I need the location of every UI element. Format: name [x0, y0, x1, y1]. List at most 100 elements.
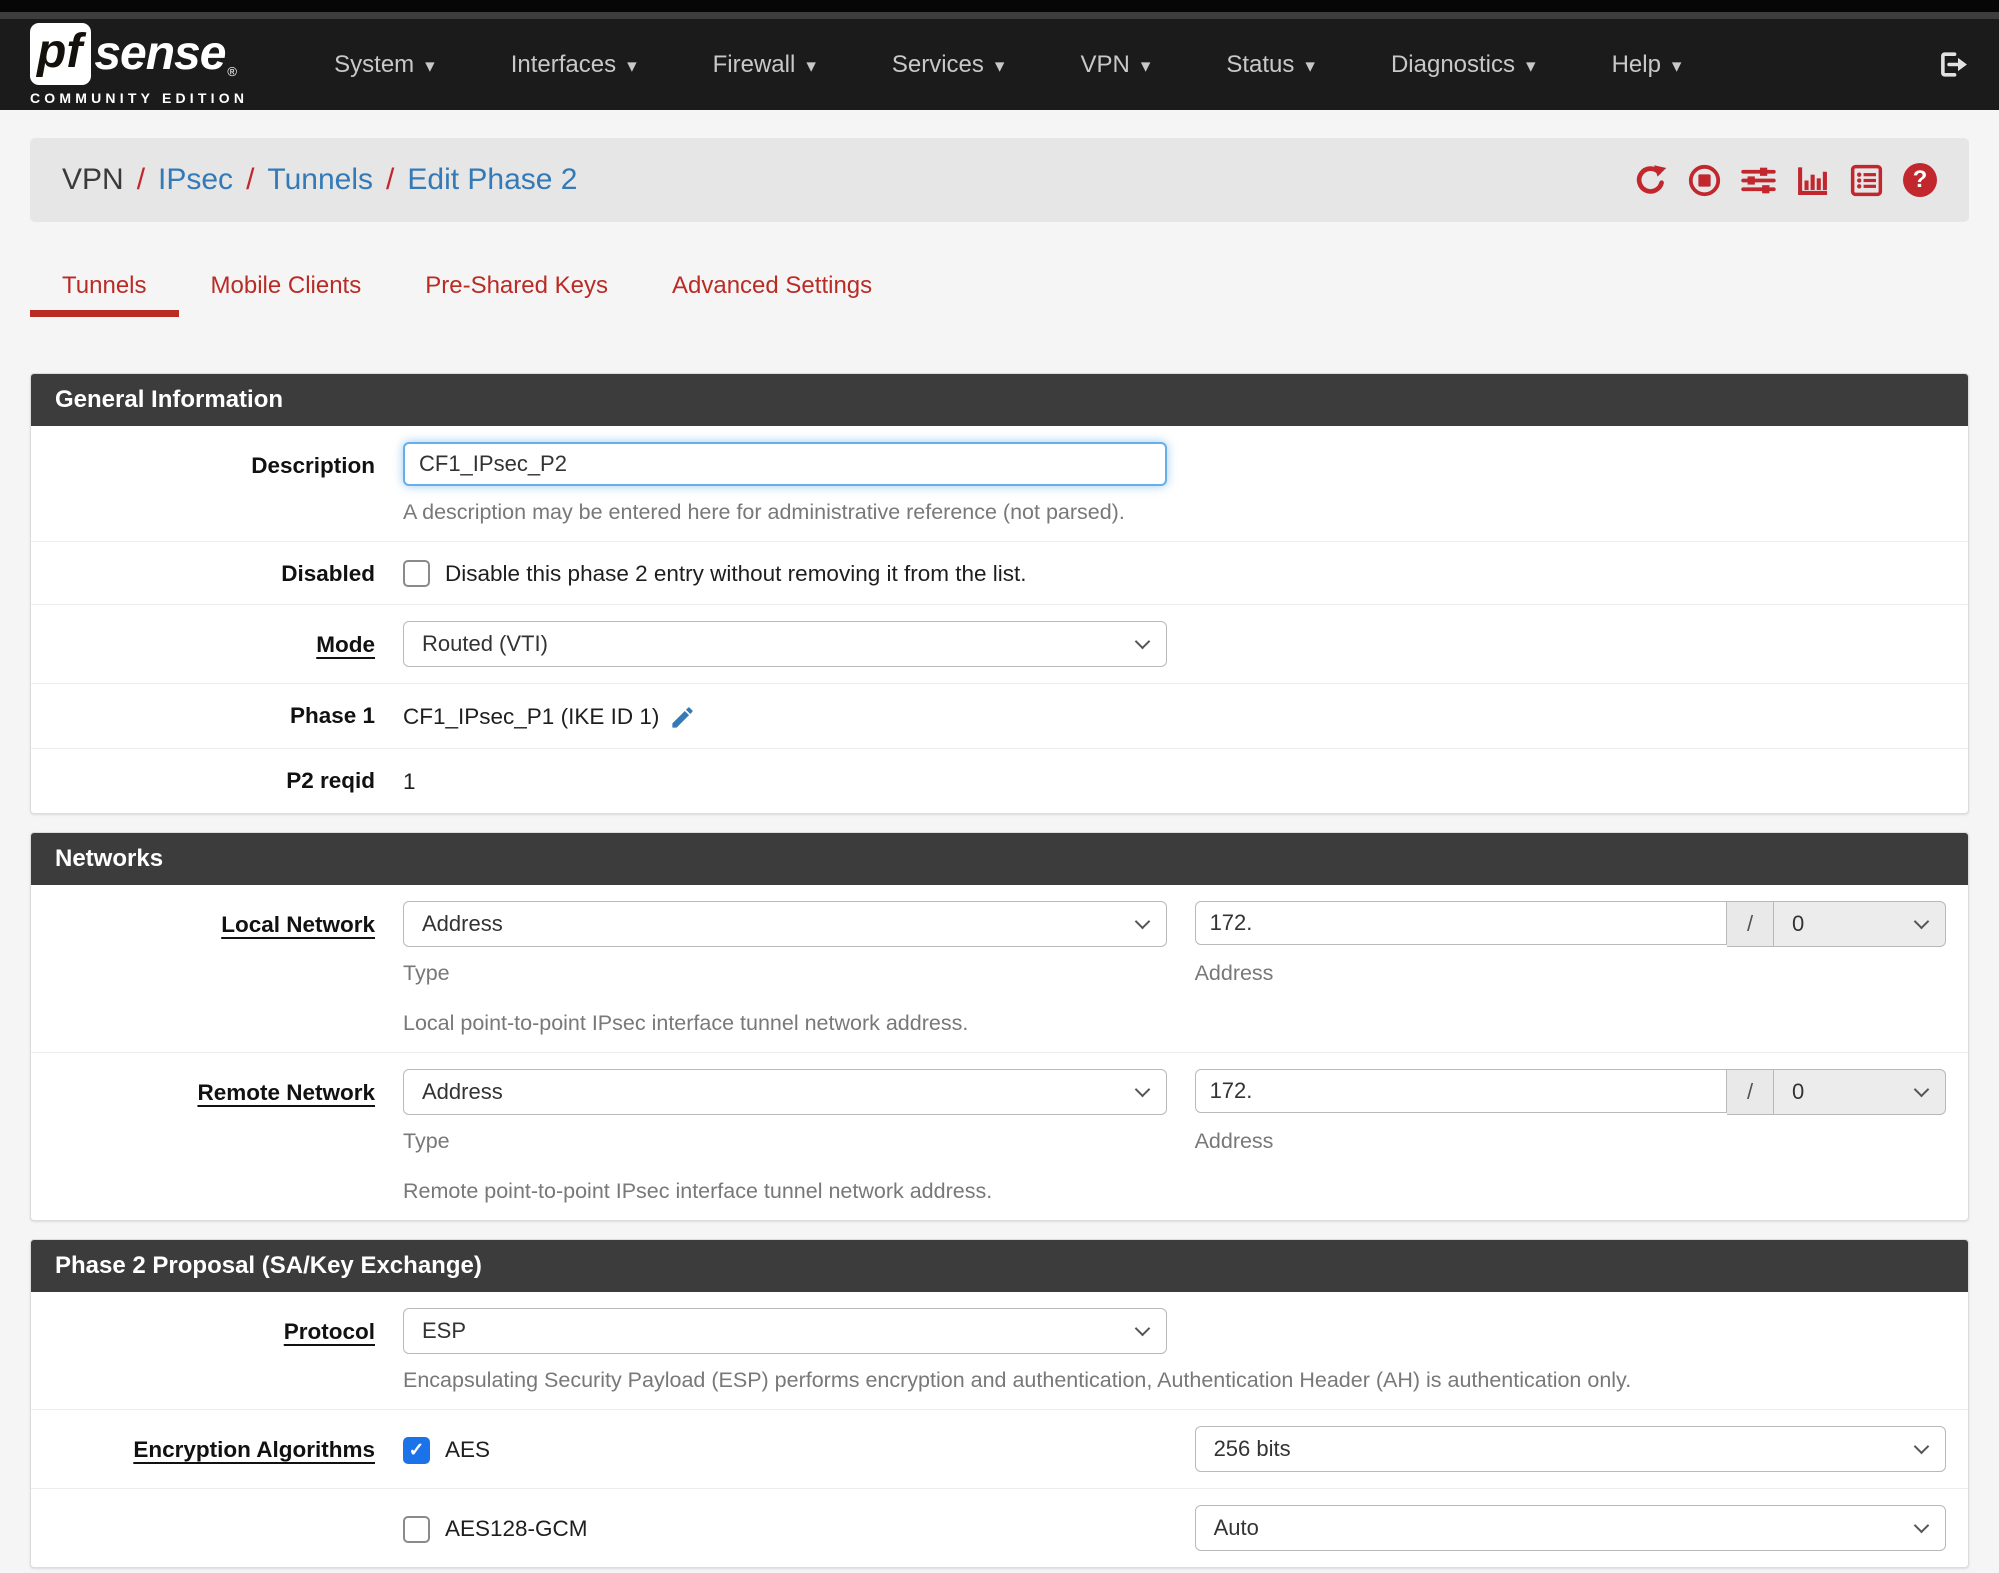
chevron-down-icon	[1672, 51, 1682, 79]
breadcrumb: VPN / IPsec / Tunnels / Edit Phase 2	[62, 163, 578, 197]
tab-pre-shared-keys[interactable]: Pre-Shared Keys	[393, 272, 640, 317]
local-network-mask-select[interactable]: 0	[1774, 901, 1946, 947]
mode-select[interactable]: Routed (VTI)	[403, 621, 1167, 667]
description-input[interactable]	[403, 442, 1167, 486]
sliders-icon[interactable]	[1741, 163, 1776, 198]
remote-network-row: Remote Network Address / 0 Type Address …	[31, 1053, 1968, 1220]
chevron-down-icon	[1526, 51, 1536, 79]
general-information-header: General Information	[31, 374, 1968, 426]
tab-mobile-clients[interactable]: Mobile Clients	[179, 272, 394, 317]
protocol-select[interactable]: ESP	[403, 1308, 1167, 1354]
networks-header: Networks	[31, 833, 1968, 885]
aes-checkbox-label: AES	[445, 1437, 491, 1462]
local-network-address-input[interactable]	[1194, 901, 1727, 945]
protocol-label: Protocol	[283, 1319, 375, 1344]
breadcrumb-edit-phase-2[interactable]: Edit Phase 2	[407, 163, 577, 197]
refresh-icon[interactable]	[1633, 163, 1668, 198]
chevron-down-icon	[1134, 1081, 1151, 1098]
aes-keylen-select[interactable]: 256 bits	[1194, 1426, 1946, 1472]
breadcrumb-separator: /	[386, 163, 395, 196]
disabled-row: Disabled Disable this phase 2 entry with…	[31, 542, 1968, 605]
encryption-aes-row: Encryption Algorithms AES 256 bits	[31, 1410, 1968, 1489]
chevron-down-icon	[1305, 51, 1315, 79]
phase1-label: Phase 1	[289, 703, 375, 728]
menu-services[interactable]: Services	[868, 51, 1029, 79]
aes-checkbox[interactable]	[403, 1436, 430, 1464]
menu-diagnostics[interactable]: Diagnostics	[1367, 51, 1560, 79]
aes128gcm-checkbox[interactable]	[403, 1515, 430, 1543]
bar-chart-icon[interactable]	[1795, 163, 1830, 198]
breadcrumb-separator: /	[136, 163, 146, 196]
top-navbar: pf sense ® COMMUNITY EDITION System Inte…	[0, 19, 1999, 110]
remote-network-mask-separator: /	[1727, 1069, 1774, 1115]
breadcrumb-actions	[1633, 163, 1937, 198]
chevron-down-icon	[995, 51, 1005, 79]
aes128gcm-checkbox-label: AES128-GCM	[445, 1516, 588, 1541]
stop-icon[interactable]	[1687, 163, 1722, 198]
local-network-address-help: Address	[1194, 961, 1274, 985]
main-menu: System Interfaces Firewall Services VPN …	[296, 51, 1719, 79]
tab-advanced-settings[interactable]: Advanced Settings	[640, 272, 904, 317]
encryption-aes128gcm-row: AES128-GCM Auto	[31, 1489, 1968, 1567]
breadcrumb-ipsec[interactable]: IPsec	[158, 163, 233, 197]
window-title-strip	[0, 12, 1999, 19]
phase1-row: Phase 1 CF1_IPsec_P1 (IKE ID 1)	[31, 684, 1968, 749]
breadcrumb-bar: VPN / IPsec / Tunnels / Edit Phase 2	[30, 138, 1969, 222]
logo-sense-text: sense	[94, 27, 226, 80]
logo-trademark: ®	[227, 64, 238, 79]
disabled-checkbox-label: Disable this phase 2 entry without remov…	[445, 560, 1027, 586]
remote-network-help-text: Remote point-to-point IPsec interface tu…	[403, 1179, 993, 1203]
phase2-proposal-header: Phase 2 Proposal (SA/Key Exchange)	[31, 1240, 1968, 1292]
local-network-type-select[interactable]: Address	[403, 901, 1167, 947]
description-help-text: A description may be entered here for ad…	[403, 500, 1125, 524]
chevron-down-icon	[1913, 913, 1930, 930]
description-label: Description	[251, 453, 375, 478]
logo-pf-box: pf	[30, 23, 92, 85]
menu-firewall[interactable]: Firewall	[689, 51, 840, 79]
p2-reqid-label: P2 reqid	[286, 768, 375, 793]
p2-reqid-value: 1	[403, 769, 416, 794]
chevron-down-icon	[806, 51, 816, 79]
help-icon[interactable]	[1903, 163, 1937, 197]
chevron-down-icon	[1141, 51, 1151, 79]
breadcrumb-vpn: VPN	[62, 163, 124, 196]
description-row: Description A description may be entered…	[31, 426, 1968, 542]
breadcrumb-separator: /	[246, 163, 255, 196]
remote-network-type-select[interactable]: Address	[403, 1069, 1167, 1115]
menu-status[interactable]: Status	[1202, 51, 1339, 79]
chevron-down-icon	[1134, 913, 1151, 930]
window-top-strip	[0, 0, 1999, 12]
tab-tunnels[interactable]: Tunnels	[30, 272, 179, 317]
remote-network-type-help: Type	[403, 1129, 450, 1153]
edit-pencil-icon[interactable]	[669, 704, 696, 731]
remote-network-label: Remote Network	[197, 1080, 375, 1105]
menu-vpn[interactable]: VPN	[1056, 51, 1174, 79]
local-network-type-help: Type	[403, 961, 450, 985]
encryption-algorithms-label: Encryption Algorithms	[133, 1437, 375, 1462]
chevron-down-icon	[1913, 1517, 1930, 1534]
protocol-help-text: Encapsulating Security Payload (ESP) per…	[403, 1368, 1632, 1392]
breadcrumb-tunnels[interactable]: Tunnels	[267, 163, 373, 197]
menu-help[interactable]: Help	[1588, 51, 1706, 79]
pfsense-logo[interactable]: pf sense ® COMMUNITY EDITION	[30, 23, 248, 106]
local-network-mask-separator: /	[1727, 901, 1774, 947]
remote-network-mask-select[interactable]: 0	[1774, 1069, 1946, 1115]
menu-system[interactable]: System	[310, 51, 459, 79]
mode-label: Mode	[316, 632, 375, 657]
chevron-down-icon	[1134, 633, 1151, 650]
remote-network-address-help: Address	[1194, 1129, 1274, 1153]
sign-out-icon[interactable]	[1936, 48, 1969, 81]
phase1-value: CF1_IPsec_P1 (IKE ID 1)	[403, 704, 660, 729]
networks-panel: Networks Local Network Address / 0 Type …	[30, 832, 1969, 1221]
disabled-checkbox[interactable]	[403, 560, 430, 587]
list-icon[interactable]	[1849, 163, 1884, 198]
chevron-down-icon	[425, 51, 435, 79]
chevron-down-icon	[627, 51, 637, 79]
aes128gcm-keylen-select[interactable]: Auto	[1194, 1505, 1946, 1551]
menu-interfaces[interactable]: Interfaces	[487, 51, 661, 79]
general-information-panel: General Information Description A descri…	[30, 373, 1969, 814]
protocol-row: Protocol ESP Encapsulating Security Payl…	[31, 1292, 1968, 1410]
remote-network-address-input[interactable]	[1194, 1069, 1727, 1113]
chevron-down-icon	[1913, 1081, 1930, 1098]
chevron-down-icon	[1913, 1438, 1930, 1455]
